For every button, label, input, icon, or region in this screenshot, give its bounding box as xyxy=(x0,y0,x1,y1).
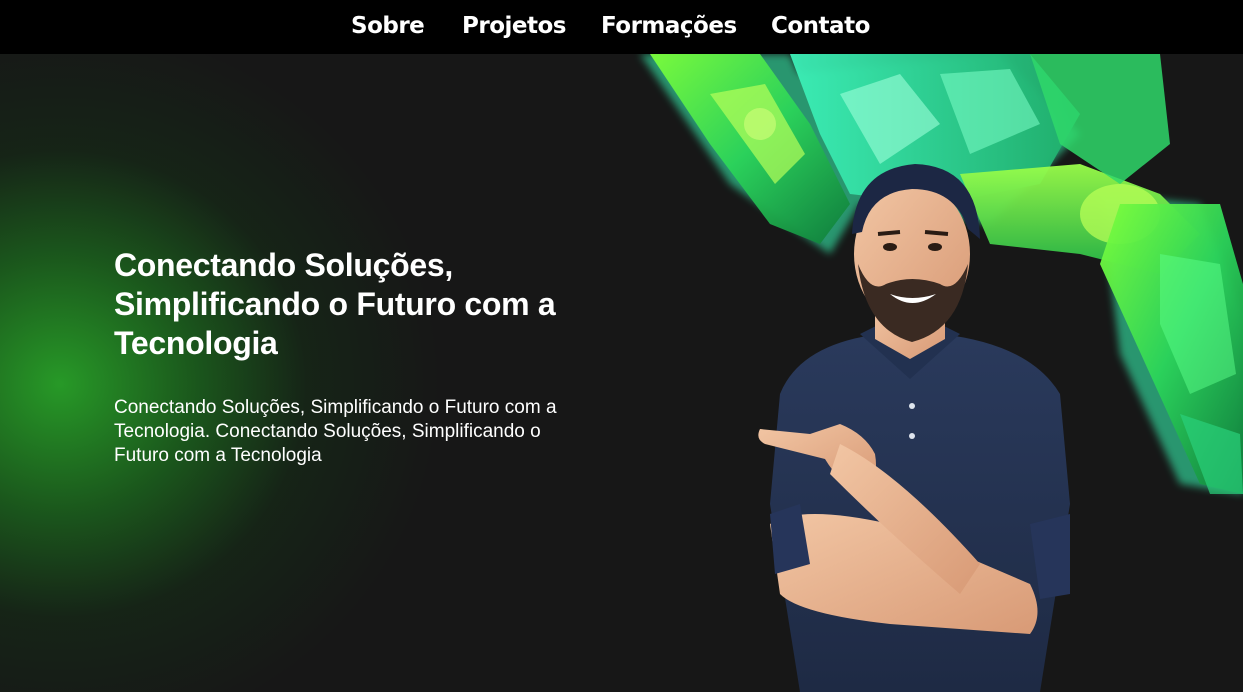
hero-title: Conectando Soluções, Simplificando o Fut… xyxy=(114,247,556,361)
landing-page: Sobre Projetos Formações Contato Conecta… xyxy=(0,0,1243,692)
hero-section: Conectando Soluções, Simplificando o Fut… xyxy=(0,54,1243,692)
hero-description: Conectando Soluções, Simplificando o Fut… xyxy=(114,397,557,466)
smiling-man-icon xyxy=(758,164,1070,692)
nav-link-projetos[interactable]: Projetos xyxy=(462,10,566,42)
nav-link-sobre[interactable]: Sobre xyxy=(351,10,425,42)
top-navbar: Sobre Projetos Formações Contato xyxy=(0,0,1243,54)
nav-link-contato[interactable]: Contato xyxy=(771,10,870,42)
nav-link-formacoes[interactable]: Formações xyxy=(601,10,737,42)
